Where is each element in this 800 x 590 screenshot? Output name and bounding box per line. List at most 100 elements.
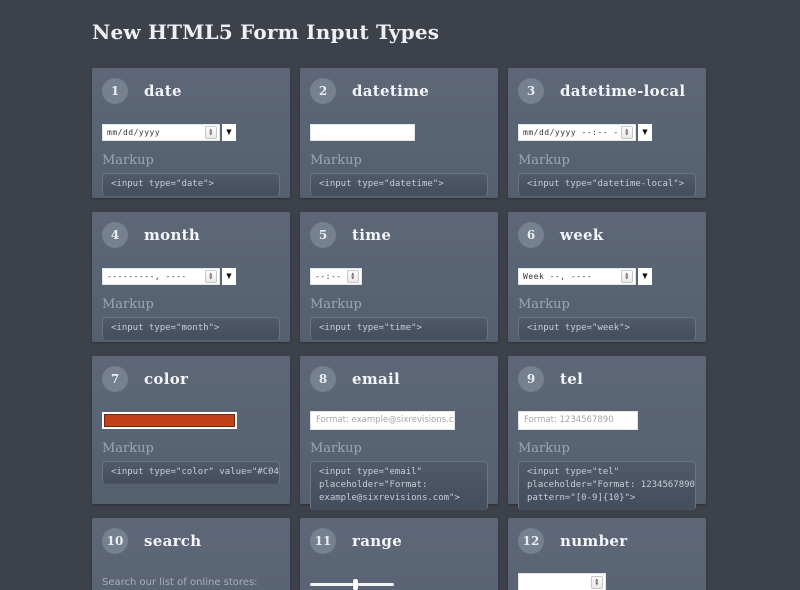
card-number-badge: 3 bbox=[518, 78, 544, 104]
stepper-icon[interactable]: ▲▼ bbox=[591, 576, 603, 589]
stepper-icon[interactable]: ▲▼ bbox=[347, 270, 359, 283]
card-header: 12 number bbox=[518, 528, 696, 554]
date-input-value: mm/dd/yyyy --:-- -- bbox=[523, 128, 619, 137]
input-type-card-week: 6 week Week --, ----▲▼▼ Markup<input typ… bbox=[508, 212, 706, 342]
date-input-field[interactable]: --:-- --▲▼ bbox=[310, 268, 362, 285]
code-line: placeholder="Format: 1234567890" bbox=[527, 479, 687, 492]
input-demo-area: mm/dd/yyyy --:-- --▲▼▼ bbox=[518, 122, 696, 142]
date-input[interactable]: Week --, ----▲▼▼ bbox=[518, 268, 652, 285]
markup-code: <input type="month"> bbox=[102, 317, 280, 340]
markup-code: <input type="email"placeholder="Format:e… bbox=[310, 461, 488, 510]
input-demo-area bbox=[310, 572, 488, 590]
number-input[interactable]: ▲▼ bbox=[518, 573, 606, 590]
date-input[interactable]: mm/dd/yyyy --:-- --▲▼▼ bbox=[518, 124, 652, 141]
card-number-badge: 1 bbox=[102, 78, 128, 104]
input-demo-area: ▲▼ bbox=[518, 572, 696, 590]
input-demo-area: mm/dd/yyyy▲▼▼ bbox=[102, 122, 280, 142]
markup-code: <input type="date"> bbox=[102, 173, 280, 196]
dropdown-arrow-icon[interactable]: ▼ bbox=[638, 124, 652, 141]
range-thumb[interactable] bbox=[353, 579, 358, 590]
code-line: <input type="time"> bbox=[319, 322, 479, 335]
code-line: <input type="datetime"> bbox=[319, 178, 479, 191]
card-header: 3 datetime-local bbox=[518, 78, 696, 104]
input-demo-area: Format: 1234567890 bbox=[518, 410, 696, 430]
input-type-card-color: 7 color Markup<input type="color" value=… bbox=[92, 356, 290, 504]
card-header: 6 week bbox=[518, 222, 696, 248]
code-line: <input type="email" bbox=[319, 466, 479, 479]
dropdown-arrow-icon[interactable]: ▼ bbox=[222, 268, 236, 285]
color-swatch bbox=[104, 414, 235, 427]
card-header: 1 date bbox=[102, 78, 280, 104]
markup-label: Markup bbox=[518, 297, 696, 312]
markup-label: Markup bbox=[102, 297, 280, 312]
date-input[interactable]: mm/dd/yyyy▲▼▼ bbox=[102, 124, 236, 141]
card-number-badge: 4 bbox=[102, 222, 128, 248]
date-input[interactable]: --:-- --▲▼ bbox=[310, 268, 362, 285]
markup-label: Markup bbox=[310, 153, 488, 168]
date-input-field[interactable]: Week --, ----▲▼ bbox=[518, 268, 636, 285]
input-type-card-range: 11 range bbox=[300, 518, 498, 590]
input-type-card-datetime-local: 3 datetime-local mm/dd/yyyy --:-- --▲▼▼ … bbox=[508, 68, 706, 198]
code-line: <input type="color" value="#C04019"> bbox=[111, 466, 271, 479]
stepper-icon[interactable]: ▲▼ bbox=[621, 126, 633, 139]
card-header: 4 month bbox=[102, 222, 280, 248]
card-title: search bbox=[144, 532, 201, 550]
search-demo-label: Search our list of online stores: bbox=[102, 577, 258, 588]
stepper-icon[interactable]: ▲▼ bbox=[205, 126, 217, 139]
card-header: 2 datetime bbox=[310, 78, 488, 104]
card-title: range bbox=[352, 532, 402, 550]
input-types-grid: 1 date mm/dd/yyyy▲▼▼ Markup<input type="… bbox=[92, 68, 706, 590]
text-input[interactable] bbox=[310, 124, 415, 141]
card-number-badge: 8 bbox=[310, 366, 336, 392]
date-input-field[interactable]: mm/dd/yyyy --:-- --▲▼ bbox=[518, 124, 636, 141]
date-input-value: mm/dd/yyyy bbox=[107, 128, 203, 137]
markup-code: <input type="time"> bbox=[310, 317, 488, 340]
card-number-badge: 9 bbox=[518, 366, 544, 392]
input-type-card-month: 4 month ---------, ----▲▼▼ Markup<input … bbox=[92, 212, 290, 342]
placeholder-text: Format: example@sixrevisions.com bbox=[316, 415, 455, 425]
tel-input[interactable]: Format: 1234567890 bbox=[518, 411, 638, 430]
card-title: time bbox=[352, 226, 391, 244]
card-number-badge: 10 bbox=[102, 528, 128, 554]
code-line: <input type="datetime-local"> bbox=[527, 178, 687, 191]
markup-label: Markup bbox=[310, 297, 488, 312]
date-input[interactable]: ---------, ----▲▼▼ bbox=[102, 268, 236, 285]
input-type-card-number: 12 number ▲▼ bbox=[508, 518, 706, 590]
date-input-field[interactable]: ---------, ----▲▼ bbox=[102, 268, 220, 285]
card-title: month bbox=[144, 226, 200, 244]
card-title: color bbox=[144, 370, 188, 388]
input-demo-area bbox=[102, 410, 280, 430]
input-demo-area: Format: example@sixrevisions.com bbox=[310, 410, 488, 430]
card-title: number bbox=[560, 532, 627, 550]
stepper-icon[interactable]: ▲▼ bbox=[621, 270, 633, 283]
card-number-badge: 6 bbox=[518, 222, 544, 248]
card-header: 8 email bbox=[310, 366, 488, 392]
card-header: 7 color bbox=[102, 366, 280, 392]
card-title: date bbox=[144, 82, 182, 100]
card-number-badge: 7 bbox=[102, 366, 128, 392]
card-title: week bbox=[560, 226, 604, 244]
input-demo-area bbox=[310, 122, 488, 142]
date-input-value: Week --, ---- bbox=[523, 272, 619, 281]
code-line: <input type="tel" bbox=[527, 466, 687, 479]
markup-label: Markup bbox=[310, 441, 488, 456]
markup-code: <input type="tel"placeholder="Format: 12… bbox=[518, 461, 696, 510]
color-input[interactable] bbox=[102, 412, 237, 429]
code-line: <input type="month"> bbox=[111, 322, 271, 335]
range-slider[interactable] bbox=[310, 583, 394, 586]
markup-label: Markup bbox=[102, 153, 280, 168]
dropdown-arrow-icon[interactable]: ▼ bbox=[222, 124, 236, 141]
date-input-field[interactable]: mm/dd/yyyy▲▼ bbox=[102, 124, 220, 141]
card-title: datetime-local bbox=[560, 82, 685, 100]
date-input-value: ---------, ---- bbox=[107, 272, 203, 281]
date-input-value: --:-- -- bbox=[315, 272, 345, 281]
stepper-icon[interactable]: ▲▼ bbox=[205, 270, 217, 283]
dropdown-arrow-icon[interactable]: ▼ bbox=[638, 268, 652, 285]
email-input[interactable]: Format: example@sixrevisions.com bbox=[310, 411, 455, 430]
markup-code: <input type="datetime-local"> bbox=[518, 173, 696, 196]
placeholder-text: Format: 1234567890 bbox=[524, 415, 614, 425]
input-demo-area: --:-- --▲▼ bbox=[310, 266, 488, 286]
card-title: datetime bbox=[352, 82, 429, 100]
input-type-card-time: 5 time --:-- --▲▼ Markup<input type="tim… bbox=[300, 212, 498, 342]
markup-label: Markup bbox=[518, 153, 696, 168]
